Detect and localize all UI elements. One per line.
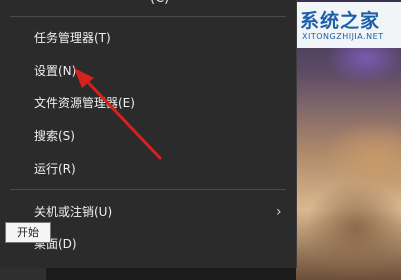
menu-item-label: 设置(N) [34,64,77,78]
chevron-right-icon: › [276,204,282,220]
menu-top-clipped-text: (C) [150,0,169,6]
menu-item-settings[interactable]: 设置(N) [0,57,296,85]
menu-item-search[interactable]: 搜索(S) [0,122,296,150]
menu-item-label: 文件资源管理器(E) [34,96,135,110]
start-tooltip: 开始 [5,222,51,243]
menu-item-label: 搜索(S) [34,129,75,143]
menu-separator [10,16,286,17]
taskbar-edge [0,268,46,280]
menu-item-run[interactable]: 运行(R) [0,155,296,183]
menu-item-file-explorer[interactable]: 文件资源管理器(E) [0,89,296,117]
watermark-brand: 系统之家 [300,10,381,32]
menu-item-label: 任务管理器(T) [34,31,111,45]
menu-separator [10,189,286,190]
watermark-url: XITONGZHIJIA.NET [302,32,384,41]
menu-item-label: 运行(R) [34,162,76,176]
menu-item-task-manager[interactable]: 任务管理器(T) [0,24,296,52]
